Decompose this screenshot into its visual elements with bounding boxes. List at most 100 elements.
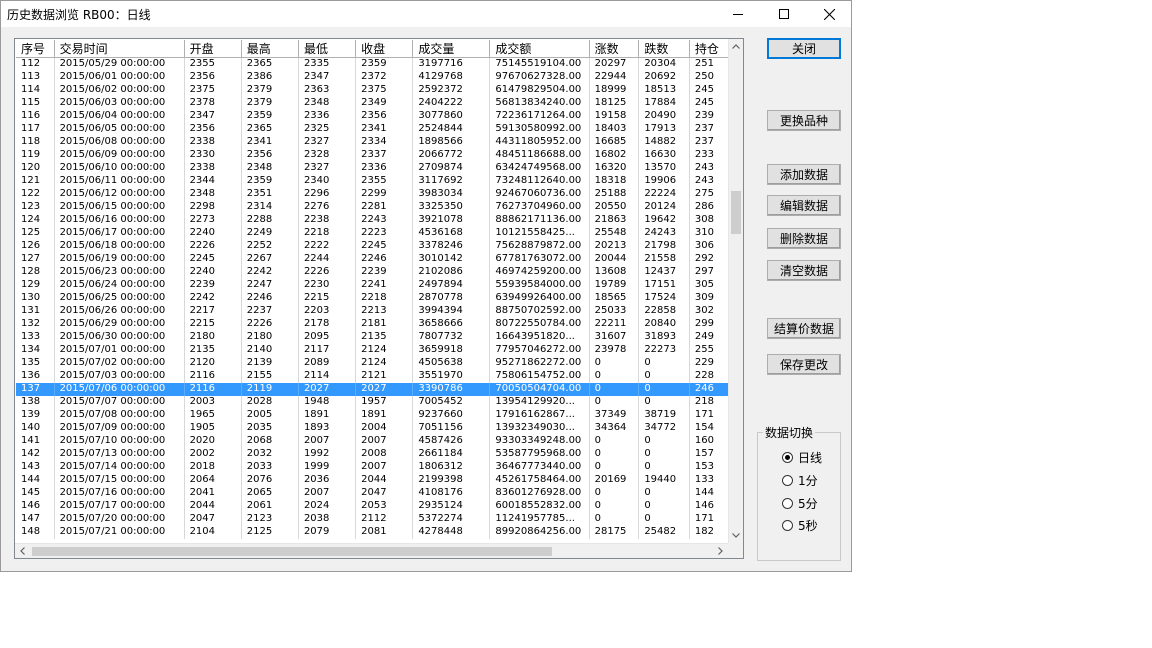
column-header[interactable]: 序号 xyxy=(16,40,55,58)
save-changes-button[interactable]: 保存更改 xyxy=(767,354,841,375)
column-header[interactable]: 持仓 xyxy=(689,40,729,58)
radio-button-icon[interactable] xyxy=(782,497,793,509)
table-cell: 2015/07/06 00:00:00 xyxy=(54,382,185,396)
delete-data-button[interactable]: 删除数据 xyxy=(767,228,841,249)
edit-data-button[interactable]: 编辑数据 xyxy=(767,195,841,216)
radio-button-icon[interactable] xyxy=(782,451,793,463)
maximize-button[interactable] xyxy=(761,1,807,27)
table-row[interactable]: 137 2015/07/06 00:00:00 2116 2119 2027 2027 33… xyxy=(16,382,729,396)
table-cell: 310 xyxy=(689,226,729,240)
table-row[interactable]: 132 2015/06/29 00:00:00 2215 2226 2178 2181 36… xyxy=(16,317,729,331)
table-row[interactable]: 134 2015/07/01 00:00:00 2135 2140 2117 2124 36… xyxy=(16,343,729,357)
chevron-down-icon[interactable] xyxy=(729,528,743,543)
table-row[interactable]: 119 2015/06/09 00:00:00 2330 2356 2328 2337 20… xyxy=(16,148,729,162)
table-row[interactable]: 123 2015/06/15 00:00:00 2298 2314 2276 2281 33… xyxy=(16,200,729,214)
table-row[interactable]: 135 2015/07/02 00:00:00 2120 2139 2089 2124 45… xyxy=(16,356,729,370)
radio-button-icon[interactable] xyxy=(782,474,793,486)
table-cell: 45261758464.00 xyxy=(489,473,590,487)
change-symbol-button[interactable]: 更换品种 xyxy=(767,110,841,131)
data-switch-option[interactable]: 5分 xyxy=(782,495,818,511)
table-cell: 2004 xyxy=(355,421,414,435)
table-row[interactable]: 116 2015/06/04 00:00:00 2347 2359 2336 2356 30… xyxy=(16,109,729,123)
data-switch-option[interactable]: 5秒 xyxy=(782,517,818,533)
table-row[interactable]: 113 2015/06/01 00:00:00 2356 2386 2347 2372 41… xyxy=(16,70,729,84)
table-row[interactable]: 120 2015/06/10 00:00:00 2338 2348 2327 2336 27… xyxy=(16,161,729,175)
column-header[interactable]: 交易时间 xyxy=(54,40,185,58)
chevron-up-icon[interactable] xyxy=(729,39,743,54)
table-row[interactable]: 130 2015/06/25 00:00:00 2242 2246 2215 2218 28… xyxy=(16,291,729,305)
vertical-scrollbar[interactable] xyxy=(728,39,743,543)
table-cell: 2288 xyxy=(241,213,299,227)
horizontal-scrollbar[interactable] xyxy=(15,543,728,558)
table-cell: 246 xyxy=(689,382,729,396)
clear-data-button[interactable]: 清空数据 xyxy=(767,260,841,281)
table-cell: 2015/06/24 00:00:00 xyxy=(54,278,185,292)
table-row[interactable]: 139 2015/07/08 00:00:00 1965 2005 1891 1891 92… xyxy=(16,408,729,422)
chevron-left-icon[interactable] xyxy=(15,544,30,558)
table-cell: 126 xyxy=(16,239,55,253)
table-row[interactable]: 131 2015/06/26 00:00:00 2217 2237 2203 2213 39… xyxy=(16,304,729,318)
column-header[interactable]: 最高 xyxy=(241,40,299,58)
table-row[interactable]: 125 2015/06/17 00:00:00 2240 2249 2218 2223 45… xyxy=(16,226,729,240)
minimize-button[interactable] xyxy=(715,1,761,27)
table-cell: 3921078 xyxy=(412,213,491,227)
table-row[interactable]: 115 2015/06/03 00:00:00 2378 2379 2348 2349 24… xyxy=(16,96,729,110)
horizontal-scroll-thumb[interactable] xyxy=(32,547,552,556)
table-row[interactable]: 128 2015/06/23 00:00:00 2240 2242 2226 2239 21… xyxy=(16,265,729,279)
table-cell: 2215 xyxy=(184,317,242,331)
table-row[interactable]: 145 2015/07/16 00:00:00 2041 2065 2007 2047 41… xyxy=(16,486,729,500)
data-switch-option[interactable]: 日线 xyxy=(782,449,822,465)
table-cell: 2015/06/05 00:00:00 xyxy=(54,122,185,136)
table-body: 112 2015/05/29 00:00:00 2355 2365 2335 2359 31… xyxy=(16,57,729,539)
data-switch-option[interactable]: 1分 xyxy=(782,472,818,488)
data-grid[interactable]: 序号 交易时间 开盘 最高 最低 收盘 成交量 成交额 涨数 跌数 持仓 112 2015/05/29… xyxy=(14,38,744,559)
table-row[interactable]: 118 2015/06/08 00:00:00 2338 2341 2327 2334 18… xyxy=(16,135,729,149)
table-row[interactable]: 112 2015/05/29 00:00:00 2355 2365 2335 2359 31… xyxy=(16,57,729,71)
column-header[interactable]: 最低 xyxy=(298,40,357,58)
table-row[interactable]: 133 2015/06/30 00:00:00 2180 2180 2095 2135 78… xyxy=(16,330,729,344)
table-cell: 2709874 xyxy=(412,161,491,175)
table-row[interactable]: 126 2015/06/18 00:00:00 2226 2252 2222 2245 33… xyxy=(16,239,729,253)
table-row[interactable]: 129 2015/06/24 00:00:00 2239 2247 2230 2241 24… xyxy=(16,278,729,292)
table-cell: 2015/06/18 00:00:00 xyxy=(54,239,185,253)
table-cell: 2296 xyxy=(298,187,357,201)
table-row[interactable]: 148 2015/07/21 00:00:00 2104 2125 2079 2081 42… xyxy=(16,525,729,539)
column-header[interactable]: 跌数 xyxy=(638,40,690,58)
table-row[interactable]: 138 2015/07/07 00:00:00 2003 2028 1948 1957 70… xyxy=(16,395,729,409)
table-cell: 2008 xyxy=(355,447,414,461)
table-cell: 2237 xyxy=(241,304,299,318)
table-row[interactable]: 147 2015/07/20 00:00:00 2047 2123 2038 2112 53… xyxy=(16,512,729,526)
vertical-scroll-thumb[interactable] xyxy=(731,191,741,234)
table-row[interactable]: 117 2015/06/05 00:00:00 2356 2365 2325 2341 25… xyxy=(16,122,729,136)
close-button[interactable]: 关闭 xyxy=(767,38,841,59)
table-row[interactable]: 142 2015/07/13 00:00:00 2002 2032 1992 2008 26… xyxy=(16,447,729,461)
title-bar[interactable]: 历史数据浏览 RB00：日线 xyxy=(1,1,851,27)
table-row[interactable]: 141 2015/07/10 00:00:00 2020 2068 2007 2007 45… xyxy=(16,434,729,448)
column-header[interactable]: 成交量 xyxy=(412,40,491,58)
table-row[interactable]: 124 2015/06/16 00:00:00 2273 2288 2238 2243 39… xyxy=(16,213,729,227)
table-row[interactable]: 140 2015/07/09 00:00:00 1905 2035 1893 2004 70… xyxy=(16,421,729,435)
chevron-right-icon[interactable] xyxy=(713,544,728,558)
table-cell: 2351 xyxy=(241,187,299,201)
close-window-button[interactable] xyxy=(806,1,852,27)
table-cell: 139 xyxy=(16,408,55,422)
table-row[interactable]: 136 2015/07/03 00:00:00 2116 2155 2114 2121 35… xyxy=(16,369,729,383)
column-header[interactable]: 成交额 xyxy=(489,40,590,58)
column-header[interactable]: 开盘 xyxy=(184,40,242,58)
table-row[interactable]: 143 2015/07/14 00:00:00 2018 2033 1999 2007 18… xyxy=(16,460,729,474)
table-row[interactable]: 146 2015/07/17 00:00:00 2044 2061 2024 2053 29… xyxy=(16,499,729,513)
table-row[interactable]: 144 2015/07/15 00:00:00 2064 2076 2036 2044 21… xyxy=(16,473,729,487)
column-header[interactable]: 收盘 xyxy=(355,40,414,58)
table-cell: 2178 xyxy=(298,317,357,331)
table-row[interactable]: 121 2015/06/11 00:00:00 2344 2359 2340 2355 31… xyxy=(16,174,729,188)
radio-button-icon[interactable] xyxy=(782,519,793,531)
table-row[interactable]: 122 2015/06/12 00:00:00 2348 2351 2296 2299 39… xyxy=(16,187,729,201)
table-cell: 114 xyxy=(16,83,55,97)
table-row[interactable]: 114 2015/06/02 00:00:00 2375 2379 2363 2375 25… xyxy=(16,83,729,97)
table-cell: 18318 xyxy=(589,174,640,188)
table-cell: 20490 xyxy=(638,109,690,123)
add-data-button[interactable]: 添加数据 xyxy=(767,164,841,185)
table-row[interactable]: 127 2015/06/19 00:00:00 2245 2267 2244 2246 30… xyxy=(16,252,729,266)
settlement-data-button[interactable]: 结算价数据 xyxy=(767,318,841,339)
column-header[interactable]: 涨数 xyxy=(589,40,640,58)
